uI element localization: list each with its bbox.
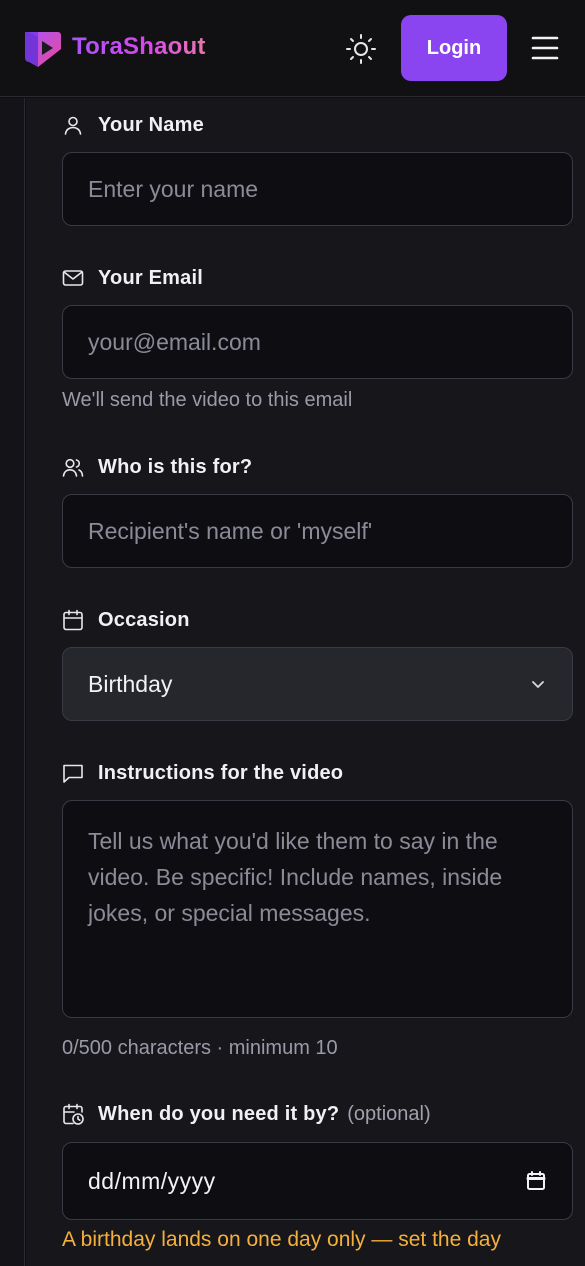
hamburger-menu-icon[interactable] [530,33,560,63]
instructions-label: Instructions for the video [98,761,344,784]
calendar-picker-icon[interactable] [525,1170,547,1192]
instructions-char-counter: 0/500 characters · minimum 10 [62,1037,338,1059]
occasion-select[interactable]: Birthday [62,647,573,721]
calendar-icon [63,609,83,631]
brand-name[interactable]: ToraShaout [72,33,206,61]
deadline-date-input[interactable]: dd/mm/yyyy [62,1142,573,1220]
email-label-row: Your Email [62,265,203,291]
user-icon [64,116,82,135]
recipient-label-row: Who is this for? [62,454,252,480]
message-square-icon [63,764,83,783]
name-input[interactable] [62,152,573,226]
name-label: Your Name [98,113,204,136]
deadline-label-row: When do you need it by? (optional) [62,1101,431,1127]
email-input[interactable] [62,305,573,379]
name-label-row: Your Name [62,112,204,138]
deadline-date-value: dd/mm/yyyy [88,1167,216,1194]
recipient-label: Who is this for? [98,455,253,478]
email-helper-text: We'll send the video to this email [62,389,353,411]
occasion-selected-value: Birthday [88,670,173,697]
deadline-warning-text: A birthday lands on one day only — set t… [62,1228,501,1251]
mail-icon [62,270,84,286]
deadline-optional-tag: (optional) [347,1102,431,1125]
sun-icon[interactable] [342,30,380,68]
occasion-label: Occasion [98,608,190,631]
chevron-down-icon [532,681,544,688]
recipient-input[interactable] [62,494,573,568]
play-bookmark-icon[interactable] [24,29,62,69]
side-panel [0,98,25,1266]
email-label: Your Email [98,266,203,289]
deadline-label: When do you need it by? [98,1102,340,1125]
app-header: ToraShaout Login [0,0,585,97]
instructions-label-row: Instructions for the video [62,760,343,786]
calendar-clock-icon [63,1103,84,1125]
login-button[interactable]: Login [401,15,507,81]
instructions-textarea[interactable] [62,800,573,1018]
occasion-label-row: Occasion [62,607,190,633]
users-icon [62,458,84,477]
